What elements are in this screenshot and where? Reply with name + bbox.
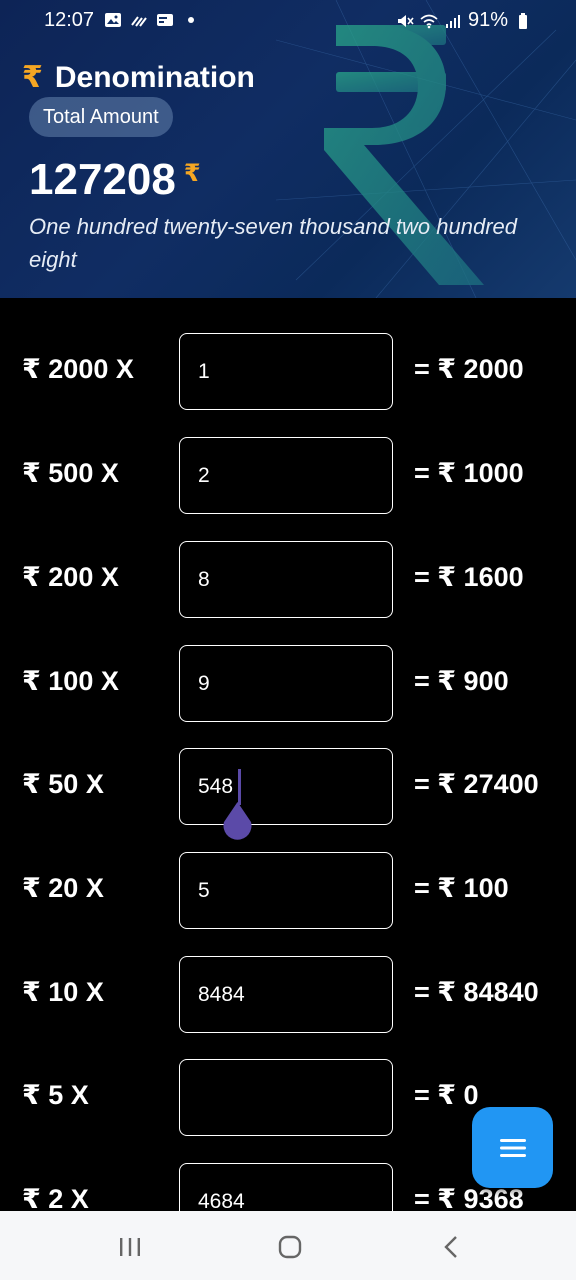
cursor-handle-icon[interactable] [221, 800, 254, 842]
wifi-icon [420, 14, 438, 28]
total-amount-value: 127208 [29, 155, 176, 204]
denomination-count-input[interactable] [179, 852, 393, 929]
amount-in-words: One hundred twenty-seven thousand two hu… [29, 214, 517, 272]
total-amount: 127208 ₹ [29, 155, 201, 205]
denomination-result: = ₹ 1600 [414, 562, 524, 592]
denomination-label: ₹ 100 X [22, 666, 119, 696]
denomination-label: ₹ 500 X [22, 458, 119, 488]
denomination-result: = ₹ 0 [414, 1080, 479, 1110]
back-icon[interactable] [438, 1233, 466, 1261]
denomination-count-input[interactable] [179, 333, 393, 410]
denomination-label: ₹ 20 X [22, 873, 104, 903]
menu-fab-button[interactable] [472, 1107, 553, 1188]
denomination-count-input[interactable] [179, 541, 393, 618]
app-title-text: Denomination [54, 60, 255, 94]
denomination-row: ₹ 20 X = ₹ 100 [0, 849, 576, 929]
signal-waves-icon [131, 16, 147, 27]
denomination-row: ₹ 2000 X = ₹ 2000 [0, 330, 576, 410]
total-rupee-icon: ₹ [183, 160, 201, 187]
gallery-icon [105, 13, 121, 27]
recents-icon[interactable] [116, 1233, 144, 1261]
menu-icon [499, 1138, 526, 1157]
denomination-row: ₹ 100 X = ₹ 900 [0, 642, 576, 722]
denomination-label: ₹ 200 X [22, 562, 119, 592]
denomination-result: = ₹ 27400 [414, 769, 539, 799]
denomination-label: ₹ 50 X [22, 769, 104, 799]
header: 12:07 91% ₹ Denomination Total Amount 12… [0, 0, 576, 298]
mute-icon [397, 14, 414, 27]
system-nav-bar [0, 1211, 576, 1280]
denomination-label: ₹ 5 X [22, 1080, 89, 1110]
denomination-result: = ₹ 900 [414, 666, 509, 696]
denomination-count-input[interactable] [179, 1059, 393, 1136]
rupee-icon: ₹ [22, 61, 43, 94]
denomination-count-input[interactable] [179, 645, 393, 722]
denomination-label: ₹ 2000 X [22, 354, 134, 384]
denomination-result: = ₹ 1000 [414, 458, 524, 488]
denomination-result: = ₹ 100 [414, 873, 509, 903]
denomination-count-input[interactable] [179, 437, 393, 514]
denomination-result: = ₹ 84840 [414, 977, 539, 1007]
denomination-count-input[interactable] [179, 956, 393, 1033]
denomination-row: ₹ 500 X = ₹ 1000 [0, 434, 576, 514]
battery-icon [519, 12, 527, 29]
app-title: ₹ Denomination [22, 60, 255, 95]
notification-dot-icon [188, 17, 194, 23]
denomination-count-input[interactable] [179, 748, 393, 825]
card-icon [157, 14, 173, 26]
battery-percent: 91% [467, 9, 508, 31]
denomination-row: ₹ 50 X = ₹ 27400 [0, 745, 576, 825]
status-bar: 12:07 91% [0, 0, 576, 42]
denomination-label: ₹ 10 X [22, 977, 104, 1007]
denomination-result: = ₹ 2000 [414, 354, 524, 384]
signal-icon [445, 14, 460, 28]
denomination-row: ₹ 10 X = ₹ 84840 [0, 953, 576, 1033]
total-amount-chip: Total Amount [29, 97, 173, 137]
status-time: 12:07 [44, 9, 95, 31]
home-icon[interactable] [276, 1233, 304, 1261]
denomination-row: ₹ 200 X = ₹ 1600 [0, 538, 576, 618]
